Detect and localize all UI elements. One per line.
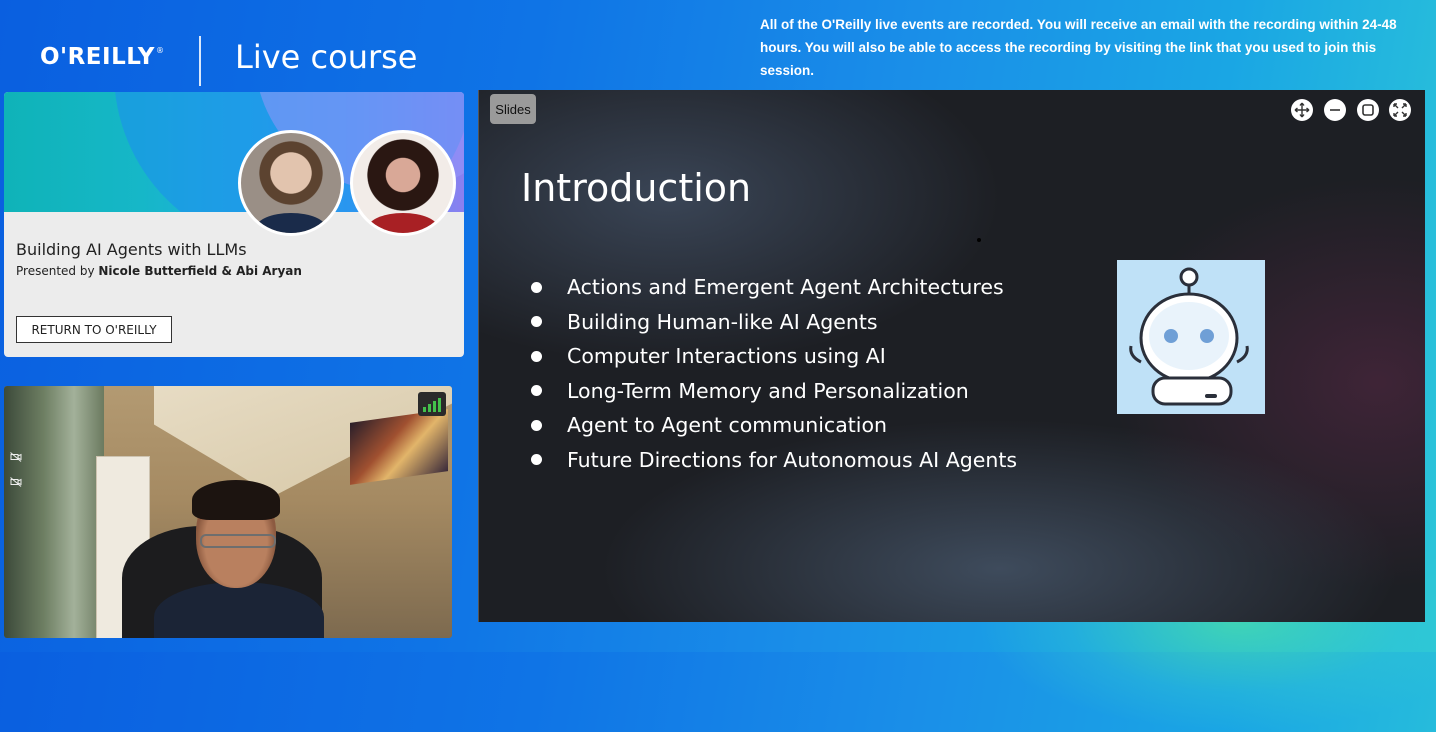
list-item: Agent to Agent communication bbox=[531, 408, 1017, 443]
avatar-shirt bbox=[368, 213, 438, 233]
course-title: Building AI Agents with LLMs bbox=[16, 240, 247, 259]
bullet-dot bbox=[531, 350, 542, 362]
bullet-text: Computer Interactions using AI bbox=[567, 344, 886, 368]
avatar-shirt bbox=[256, 213, 326, 233]
slide-bullet-list: Actions and Emergent Agent Architectures… bbox=[531, 270, 1017, 477]
presented-by-label: Presented by bbox=[16, 264, 99, 278]
restore-icon[interactable] bbox=[1357, 99, 1379, 121]
signal-bar bbox=[433, 401, 436, 412]
bullet-dot bbox=[531, 419, 542, 431]
list-item: Building Human-like AI Agents bbox=[531, 305, 1017, 340]
oreilly-logo: O'REILLY® bbox=[40, 44, 165, 70]
header-divider bbox=[199, 36, 201, 86]
robot-mascot-icon bbox=[1117, 260, 1265, 414]
signal-bar bbox=[423, 407, 426, 412]
course-type-label: Live course bbox=[235, 38, 418, 76]
fullscreen-icon[interactable] bbox=[1389, 99, 1411, 121]
webcam-video bbox=[4, 386, 452, 638]
forest-wallpaper bbox=[4, 386, 104, 638]
bullet-dot bbox=[531, 281, 542, 293]
list-item: Future Directions for Autonomous AI Agen… bbox=[531, 443, 1017, 478]
camera-off-icon[interactable] bbox=[10, 477, 22, 487]
slides-tab[interactable]: Slides bbox=[490, 94, 536, 124]
camera-off-icon[interactable] bbox=[10, 452, 22, 462]
bullet-dot bbox=[531, 454, 542, 466]
signal-bars-icon bbox=[418, 392, 446, 416]
wall-poster bbox=[350, 409, 448, 485]
recording-notice: All of the O'Reilly live events are reco… bbox=[760, 17, 1397, 78]
list-item: Long-Term Memory and Personalization bbox=[531, 374, 1017, 409]
signal-bar bbox=[438, 398, 441, 412]
presenter-names: Nicole Butterfield & Abi Aryan bbox=[98, 264, 302, 278]
bullet-text: Agent to Agent communication bbox=[567, 413, 888, 437]
bullet-text: Long-Term Memory and Personalization bbox=[567, 378, 969, 403]
presenter-hair bbox=[192, 480, 280, 520]
course-card: Building AI Agents with LLMs Presented b… bbox=[4, 92, 464, 357]
presenter-glasses bbox=[200, 534, 276, 548]
list-item: Computer Interactions using AI bbox=[531, 339, 1017, 374]
slide-title: Introduction bbox=[521, 166, 752, 210]
bullet-dot bbox=[531, 316, 542, 328]
bullet-text: Building Human-like AI Agents bbox=[567, 309, 878, 334]
slide-speck bbox=[977, 238, 981, 242]
presenter-avatar-abi bbox=[350, 130, 456, 236]
presenter-avatar-nicole bbox=[238, 130, 344, 236]
minimize-icon[interactable] bbox=[1324, 99, 1346, 121]
move-icon[interactable] bbox=[1291, 99, 1313, 121]
list-item: Actions and Emergent Agent Architectures bbox=[531, 270, 1017, 305]
bullet-text: Actions and Emergent Agent Architectures bbox=[567, 275, 1004, 299]
return-to-oreilly-button[interactable]: RETURN TO O'REILLY bbox=[16, 316, 172, 343]
bullet-dot bbox=[531, 385, 542, 397]
presenters-line: Presented by Nicole Butterfield & Abi Ar… bbox=[16, 264, 302, 278]
signal-bar bbox=[428, 404, 431, 412]
slides-panel: Slides Introduction Actions and Emergent… bbox=[478, 90, 1425, 622]
bullet-text: Future Directions for Autonomous AI Agen… bbox=[567, 447, 1018, 472]
